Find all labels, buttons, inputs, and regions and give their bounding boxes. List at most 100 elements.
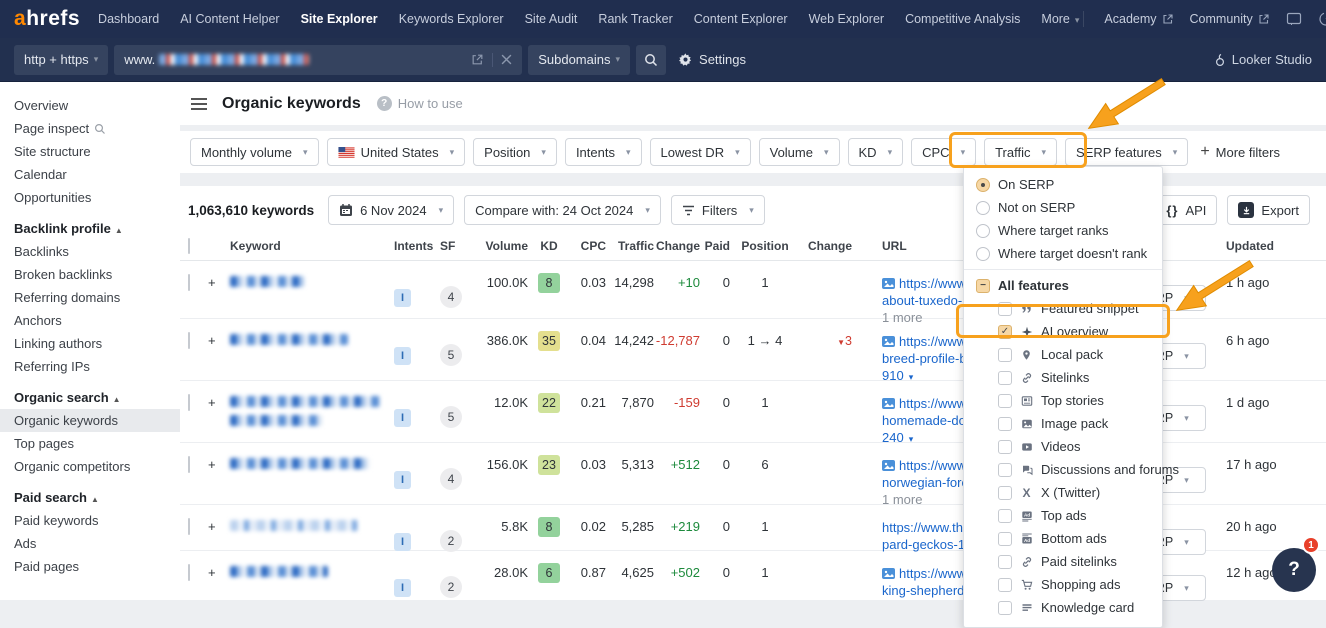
checkbox-indeterminate[interactable]: −: [976, 279, 990, 293]
nav-site-audit[interactable]: Site Audit: [525, 12, 578, 26]
col-position[interactable]: Position: [730, 234, 800, 253]
filter-serp-features[interactable]: SERP features▾: [1065, 138, 1188, 166]
col-change2[interactable]: Change: [800, 234, 852, 253]
url-link[interactable]: https://wwwhomemade-do: [882, 396, 966, 428]
checkbox[interactable]: [998, 394, 1012, 408]
filter-intents[interactable]: Intents▾: [565, 138, 642, 166]
filter-cpc[interactable]: CPC▾: [911, 138, 976, 166]
checkbox[interactable]: [998, 371, 1012, 385]
mode-select[interactable]: Subdomains▾: [528, 45, 630, 75]
sidebar-section-backlink-profile[interactable]: Backlink profile▲: [0, 209, 180, 240]
row-checkbox[interactable]: [188, 518, 190, 535]
sidebar-item-calendar[interactable]: Calendar: [0, 163, 180, 186]
col-keyword[interactable]: Keyword: [230, 234, 394, 253]
nav-academy[interactable]: Academy: [1104, 12, 1173, 26]
option-discussions-and-forums[interactable]: Discussions and forums: [964, 458, 1162, 481]
option-paid-sitelinks[interactable]: Paid sitelinks: [964, 550, 1162, 573]
option-bottom-ads[interactable]: Ad Bottom ads: [964, 527, 1162, 550]
nav-web-explorer[interactable]: Web Explorer: [809, 12, 885, 26]
sidebar-item-backlinks[interactable]: Backlinks: [0, 240, 180, 263]
option-videos[interactable]: Videos: [964, 435, 1162, 458]
row-checkbox[interactable]: [188, 394, 190, 411]
option-top-ads[interactable]: Ad Top ads: [964, 504, 1162, 527]
col-intents[interactable]: Intents: [394, 234, 440, 253]
clear-icon[interactable]: [501, 54, 512, 65]
serp-features-count[interactable]: 2: [440, 530, 462, 552]
filter-lowest-dr[interactable]: Lowest DR▾: [650, 138, 751, 166]
expand-row-icon[interactable]: +: [208, 261, 230, 290]
keyword-cell[interactable]: [230, 551, 394, 580]
nav-rank-tracker[interactable]: Rank Tracker: [598, 12, 672, 26]
serp-features-count[interactable]: 4: [440, 286, 462, 308]
checkbox[interactable]: [998, 463, 1012, 477]
option-where-target-doesnt-rank[interactable]: Where target doesn't rank: [964, 242, 1162, 265]
option-all-features[interactable]: −All features: [964, 274, 1162, 297]
sidebar-section-paid-search[interactable]: Paid search▲: [0, 478, 180, 509]
col-change[interactable]: Change: [654, 234, 700, 253]
url-link[interactable]: https://wwwking-shepherd: [882, 566, 966, 598]
url-link[interactable]: https://wwwnorwegian-fore: [882, 458, 969, 490]
row-checkbox[interactable]: [188, 332, 190, 349]
sidebar-item-organic-competitors[interactable]: Organic competitors: [0, 455, 180, 478]
nav-site-explorer[interactable]: Site Explorer: [301, 12, 378, 26]
url-link[interactable]: https://wwwbreed-profile-b: [882, 334, 967, 366]
col-updated[interactable]: Updated: [1212, 234, 1326, 253]
menu-icon[interactable]: [190, 97, 208, 111]
keyword-cell[interactable]: [230, 505, 394, 534]
col-volume[interactable]: Volume: [476, 234, 528, 253]
col-paid[interactable]: Paid: [700, 234, 730, 253]
option-top-stories[interactable]: Top stories: [964, 389, 1162, 412]
search-button[interactable]: [636, 45, 666, 75]
row-checkbox[interactable]: [188, 564, 190, 581]
protocol-select[interactable]: http + https▾: [14, 45, 108, 75]
expand-row-icon[interactable]: +: [208, 551, 230, 580]
radio-selected[interactable]: [976, 178, 990, 192]
usage-meter-icon[interactable]: [1318, 11, 1326, 27]
more-filters-button[interactable]: +More filters: [1196, 143, 1284, 161]
url-link[interactable]: https://www.thpard-geckos-1: [882, 520, 965, 552]
radio[interactable]: [976, 247, 990, 261]
checkbox[interactable]: [998, 417, 1012, 431]
api-button[interactable]: {}API: [1155, 195, 1217, 225]
how-to-use-link[interactable]: ?How to use: [377, 96, 463, 111]
col-sf[interactable]: SF: [440, 234, 476, 253]
option-sitelinks[interactable]: Sitelinks: [964, 366, 1162, 389]
app-window-icon[interactable]: [1286, 11, 1302, 27]
expand-row-icon[interactable]: +: [208, 505, 230, 534]
sidebar-item-linking-authors[interactable]: Linking authors: [0, 332, 180, 355]
radio[interactable]: [976, 201, 990, 215]
radio[interactable]: [976, 224, 990, 238]
expand-row-icon[interactable]: +: [208, 381, 230, 410]
looker-studio-link[interactable]: Looker Studio: [1214, 52, 1312, 67]
filter-country[interactable]: United States▾: [327, 138, 466, 166]
expand-row-icon[interactable]: +: [208, 443, 230, 472]
sidebar-section-organic-search[interactable]: Organic search▲: [0, 378, 180, 409]
nav-more[interactable]: More▾: [1041, 12, 1079, 26]
filters-button[interactable]: Filters▾: [671, 195, 765, 225]
sidebar-item-overview[interactable]: Overview: [0, 94, 180, 117]
sidebar-item-ads[interactable]: Ads: [0, 532, 180, 555]
filter-kd[interactable]: KD▾: [848, 138, 904, 166]
nav-keywords-explorer[interactable]: Keywords Explorer: [399, 12, 504, 26]
sidebar-item-anchors[interactable]: Anchors: [0, 309, 180, 332]
col-traffic[interactable]: Traffic: [606, 234, 654, 253]
checkbox-checked[interactable]: ✓: [998, 325, 1012, 339]
option-on-serp[interactable]: On SERP: [964, 173, 1162, 196]
option-local-pack[interactable]: Local pack: [964, 343, 1162, 366]
expand-row-icon[interactable]: +: [208, 319, 230, 348]
sidebar-item-paid-keywords[interactable]: Paid keywords: [0, 509, 180, 532]
row-checkbox[interactable]: [188, 456, 190, 473]
option-not-on-serp[interactable]: Not on SERP: [964, 196, 1162, 219]
filter-volume[interactable]: Volume▾: [759, 138, 840, 166]
serp-features-count[interactable]: 5: [440, 406, 462, 428]
nav-competitive-analysis[interactable]: Competitive Analysis: [905, 12, 1020, 26]
option-x-twitter[interactable]: X X (Twitter): [964, 481, 1162, 504]
col-cpc[interactable]: CPC: [570, 234, 606, 253]
checkbox[interactable]: [998, 302, 1012, 316]
option-ai-overview[interactable]: ✓ AI overview: [964, 320, 1162, 343]
option-where-target-ranks[interactable]: Where target ranks: [964, 219, 1162, 242]
date-picker-button[interactable]: 6 Nov 2024▾: [328, 195, 454, 225]
settings-button[interactable]: Settings: [678, 52, 746, 67]
url-link[interactable]: https://wwwabout-tuxedo-: [882, 276, 966, 308]
nav-community[interactable]: Community: [1190, 12, 1270, 26]
